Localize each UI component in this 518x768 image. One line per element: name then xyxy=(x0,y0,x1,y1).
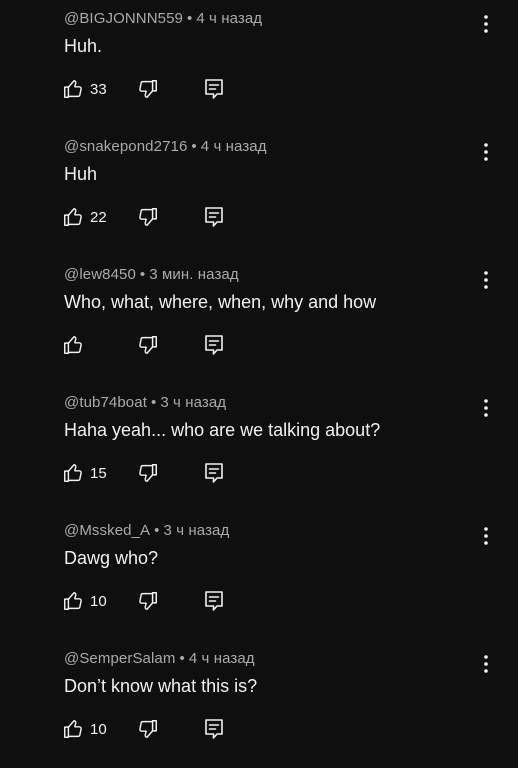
dislike-button[interactable] xyxy=(137,590,159,612)
comment-author[interactable]: @Mssked_A xyxy=(64,522,150,539)
comment-text: Huh xyxy=(64,164,98,184)
dislike-button[interactable] xyxy=(137,334,159,356)
meta-separator: • xyxy=(186,10,193,27)
comment-item: @SemperSalam • 4 ч назад Don’t know what t… xyxy=(0,640,518,768)
more-options-button[interactable] xyxy=(478,654,494,674)
comment-meta: @SemperSalam • 4 ч назад xyxy=(64,650,255,667)
reply-comment-icon xyxy=(205,719,223,739)
meta-separator: • xyxy=(150,394,157,411)
like-button[interactable]: 33 xyxy=(62,78,107,100)
more-options-button[interactable] xyxy=(478,142,494,162)
more-options-button[interactable] xyxy=(478,526,494,546)
comment-meta: @Mssked_A • 3 ч назад xyxy=(64,522,229,539)
comment-time: 3 ч назад xyxy=(163,522,230,539)
like-button[interactable]: 10 xyxy=(62,590,107,612)
thumbs-down-icon xyxy=(139,592,157,610)
dislike-button[interactable] xyxy=(137,206,159,228)
reply-button[interactable] xyxy=(204,718,224,740)
dislike-button[interactable] xyxy=(137,78,159,100)
comment-meta: @snakepond2716 • 4 ч назад xyxy=(64,138,267,155)
like-count: 15 xyxy=(90,464,107,482)
comment-time: 3 мин. назад xyxy=(149,266,239,283)
meta-separator: • xyxy=(154,522,160,539)
comment-author[interactable]: @tub74boat xyxy=(64,394,147,411)
thumbs-up-icon xyxy=(64,720,82,738)
like-count: 10 xyxy=(90,592,107,610)
thumbs-down-icon xyxy=(139,80,157,98)
reply-comment-icon xyxy=(205,335,223,355)
thumbs-down-icon xyxy=(139,336,157,354)
comment-time: 3 ч назад xyxy=(160,394,227,411)
like-button[interactable]: 10 xyxy=(62,718,107,740)
reply-button[interactable] xyxy=(204,78,224,100)
comment-meta: @tub74boat • 3 ч назад xyxy=(64,394,226,411)
thumbs-up-icon xyxy=(64,592,82,610)
more-vertical-icon xyxy=(484,655,488,673)
thumbs-up-icon xyxy=(64,464,82,482)
more-vertical-icon xyxy=(484,143,488,161)
comment-text: Who, what, where, when, why and how xyxy=(64,292,377,312)
comment-item: @BIGJONNN559 • 4 ч назад Huh. 33 xyxy=(0,0,518,128)
thumbs-up-icon xyxy=(64,208,82,226)
more-options-button[interactable] xyxy=(478,398,494,418)
comment-meta: @lew8450 • 3 мин. назад xyxy=(64,266,239,283)
comment-text: Huh. xyxy=(64,36,103,56)
reply-comment-icon xyxy=(205,79,223,99)
comment-time: 4 ч назад xyxy=(200,138,267,155)
comment-item: @snakepond2716 • 4 ч назад Huh 22 xyxy=(0,128,518,256)
more-vertical-icon xyxy=(484,15,488,33)
thumbs-up-icon xyxy=(64,80,82,98)
reply-button[interactable] xyxy=(204,462,224,484)
more-options-button[interactable] xyxy=(478,14,494,34)
reply-comment-icon xyxy=(205,207,223,227)
thumbs-down-icon xyxy=(139,720,157,738)
thumbs-down-icon xyxy=(139,208,157,226)
reply-button[interactable] xyxy=(204,206,224,228)
comment-text: Haha yeah... who are we talking about? xyxy=(64,420,381,440)
reply-comment-icon xyxy=(205,463,223,483)
like-count: 22 xyxy=(90,208,107,226)
reply-button[interactable] xyxy=(204,334,224,356)
like-button[interactable]: 15 xyxy=(62,462,107,484)
like-button[interactable] xyxy=(62,334,90,356)
comment-time: 4 ч назад xyxy=(196,10,263,27)
comment-item: @Mssked_A • 3 ч назад Dawg who? 10 xyxy=(0,512,518,640)
comment-author[interactable]: @BIGJONNN559 xyxy=(64,10,183,27)
comment-text: Dawg who? xyxy=(64,548,159,568)
like-button[interactable]: 22 xyxy=(62,206,107,228)
thumbs-down-icon xyxy=(139,464,157,482)
comment-author[interactable]: @SemperSalam xyxy=(64,650,175,667)
meta-separator: • xyxy=(139,266,146,283)
like-count: 10 xyxy=(90,720,107,738)
more-options-button[interactable] xyxy=(478,270,494,290)
thumbs-up-icon xyxy=(64,336,82,354)
meta-separator: • xyxy=(179,650,185,667)
more-vertical-icon xyxy=(484,527,488,545)
like-count: 33 xyxy=(90,80,107,98)
comment-item: @tub74boat • 3 ч назад Haha yeah... who ar… xyxy=(0,384,518,512)
comment-author[interactable]: @lew8450 xyxy=(64,266,136,283)
reply-comment-icon xyxy=(205,591,223,611)
comment-meta: @BIGJONNN559 • 4 ч назад xyxy=(64,10,262,27)
reply-button[interactable] xyxy=(204,590,224,612)
comment-text: Don’t know what this is? xyxy=(64,676,258,696)
dislike-button[interactable] xyxy=(137,718,159,740)
meta-separator: • xyxy=(191,138,197,155)
comment-item: @lew8450 • 3 мин. назад Who, what, where, … xyxy=(0,256,518,384)
dislike-button[interactable] xyxy=(137,462,159,484)
comment-time: 4 ч назад xyxy=(188,650,255,667)
comment-author[interactable]: @snakepond2716 xyxy=(64,138,187,155)
more-vertical-icon xyxy=(484,399,488,417)
more-vertical-icon xyxy=(484,271,488,289)
